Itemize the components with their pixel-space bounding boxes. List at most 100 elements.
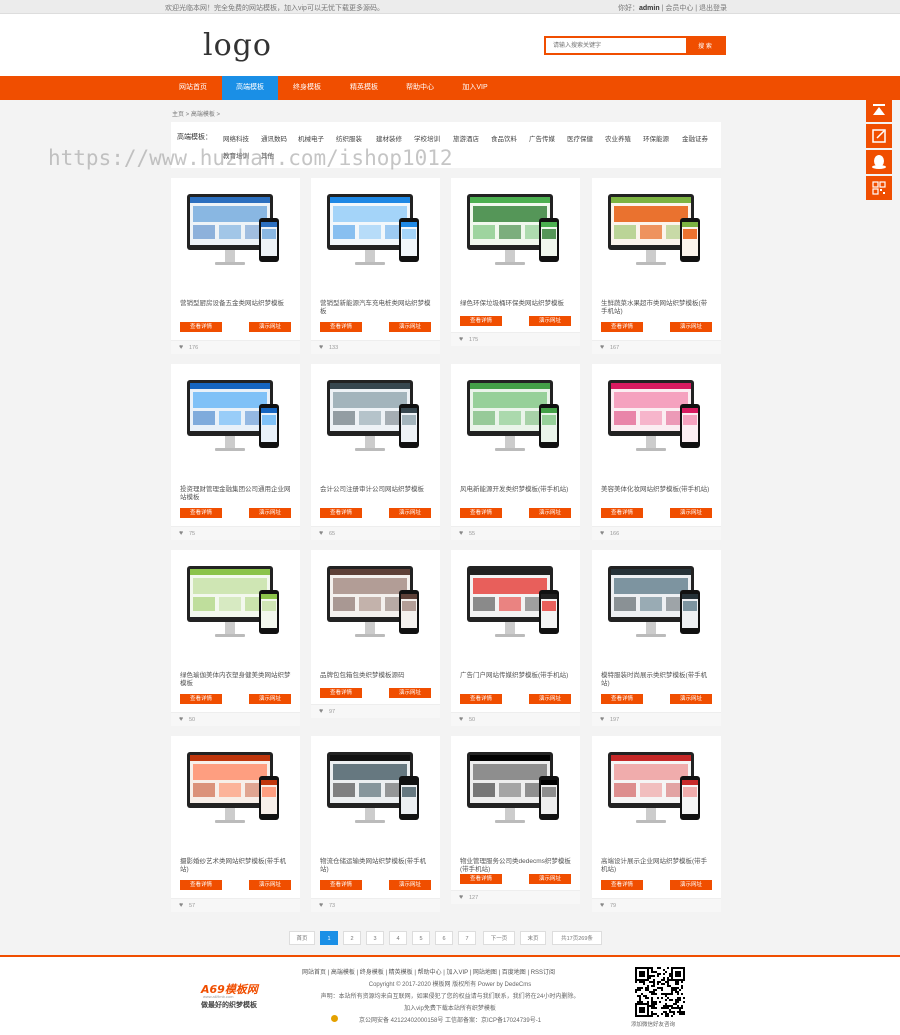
template-preview-image[interactable]: [461, 374, 571, 470]
view-details-button[interactable]: 查看详情: [601, 880, 643, 890]
template-title[interactable]: 营销型厨房设备五金类网站织梦模板: [180, 300, 292, 308]
category-item[interactable]: 金融证券: [682, 133, 708, 143]
template-title[interactable]: 会计公司注册审计公司网站织梦模板: [320, 486, 432, 494]
demo-site-button[interactable]: 演示网址: [389, 508, 431, 518]
category-item[interactable]: 纺织服装: [336, 133, 362, 143]
demo-site-button[interactable]: 演示网址: [670, 694, 712, 704]
template-preview-image[interactable]: [321, 746, 431, 842]
template-card[interactable]: 品牌包包箱包类织梦模板源码 查看详情 演示网址 ♥ 97: [311, 550, 440, 718]
demo-site-button[interactable]: 演示网址: [389, 880, 431, 890]
template-preview-image[interactable]: [321, 374, 431, 470]
category-item[interactable]: 旅游酒店: [453, 133, 479, 143]
template-preview-image[interactable]: [461, 560, 571, 656]
view-details-button[interactable]: 查看详情: [180, 322, 222, 332]
site-logo[interactable]: logo: [203, 28, 272, 63]
template-preview-image[interactable]: [321, 188, 431, 284]
template-card[interactable]: 绿色环保垃圾桶环保类网站织梦模板 查看详情 演示网址 ♥ 175: [451, 178, 580, 346]
template-title[interactable]: 广告门户网站传媒织梦模板(带手机站): [460, 672, 572, 680]
page-next[interactable]: 下一页: [483, 931, 515, 945]
template-card[interactable]: 摄影婚纱艺术类网站织梦模板(带手机站) 查看详情 演示网址 ♥ 57: [171, 736, 300, 912]
template-title[interactable]: 品牌包包箱包类织梦模板源码: [320, 672, 432, 680]
category-item[interactable]: 网络科技: [223, 133, 249, 143]
category-item[interactable]: 广告传媒: [529, 133, 555, 143]
template-title[interactable]: 高端设计展示企业网站织梦模板(带手机站): [601, 858, 713, 874]
heart-icon[interactable]: ♥: [600, 344, 604, 351]
template-title[interactable]: 摄影婚纱艺术类网站织梦模板(带手机站): [180, 858, 292, 874]
demo-site-button[interactable]: 演示网址: [529, 874, 571, 884]
footer-links[interactable]: 网站首页 | 高端模板 | 终身模板 | 精英模板 | 帮助中心 | 加入VIP…: [302, 967, 555, 976]
back-to-top-button[interactable]: [866, 98, 892, 122]
template-title[interactable]: 营销型新能源汽车充电桩类网站织梦模板: [320, 300, 432, 316]
demo-site-button[interactable]: 演示网址: [389, 322, 431, 332]
template-card[interactable]: 生鲜蔬菜水果超市类网站织梦模板(带手机站) 查看详情 演示网址 ♥ 167: [592, 178, 721, 354]
template-title[interactable]: 绿色瑜伽美体内衣塑身健美类网站织梦模板: [180, 672, 292, 688]
heart-icon[interactable]: ♥: [319, 708, 323, 715]
heart-icon[interactable]: ♥: [319, 344, 323, 351]
view-details-button[interactable]: 查看详情: [320, 880, 362, 890]
template-preview-image[interactable]: [602, 188, 712, 284]
template-preview-image[interactable]: [181, 188, 291, 284]
heart-icon[interactable]: ♥: [319, 902, 323, 909]
page-last[interactable]: 末页: [520, 931, 546, 945]
template-preview-image[interactable]: [602, 560, 712, 656]
heart-icon[interactable]: ♥: [459, 336, 463, 343]
category-item[interactable]: 农业养殖: [605, 133, 631, 143]
username[interactable]: admin: [639, 5, 660, 12]
category-item[interactable]: 医疗保健: [567, 133, 593, 143]
qrcode-button[interactable]: [866, 176, 892, 200]
search-button[interactable]: 搜 索: [686, 38, 724, 53]
template-title[interactable]: 生鲜蔬菜水果超市类网站织梦模板(带手机站): [601, 300, 713, 316]
demo-site-button[interactable]: 演示网址: [249, 322, 291, 332]
category-item[interactable]: 通讯数码: [261, 133, 287, 143]
page-number[interactable]: 4: [389, 931, 407, 945]
template-card[interactable]: 物流仓储运输类网站织梦模板(带手机站) 查看详情 演示网址 ♥ 73: [311, 736, 440, 912]
page-number[interactable]: 3: [366, 931, 384, 945]
page-first[interactable]: 首页: [289, 931, 315, 945]
category-item[interactable]: 环保能源: [643, 133, 669, 143]
nav-elite-templates[interactable]: 精英模板: [336, 76, 392, 100]
template-card[interactable]: 会计公司注册审计公司网站织梦模板 查看详情 演示网址 ♥ 65: [311, 364, 440, 540]
heart-icon[interactable]: ♥: [179, 716, 183, 723]
view-details-button[interactable]: 查看详情: [460, 316, 502, 326]
template-title[interactable]: 风电新能源开发类织梦模板(带手机站): [460, 486, 572, 494]
template-preview-image[interactable]: [602, 746, 712, 842]
view-details-button[interactable]: 查看详情: [460, 694, 502, 704]
template-preview-image[interactable]: [321, 560, 431, 656]
heart-icon[interactable]: ♥: [600, 716, 604, 723]
view-details-button[interactable]: 查看详情: [320, 322, 362, 332]
page-number[interactable]: 1: [320, 931, 338, 945]
footer-beian[interactable]: 京公网安备 42122402000158号 工信部备案：京ICP备1702473…: [0, 1015, 900, 1024]
view-details-button[interactable]: 查看详情: [601, 694, 643, 704]
template-card[interactable]: 模特服装时尚展示类织梦模板(带手机站) 查看详情 演示网址 ♥ 197: [592, 550, 721, 726]
template-preview-image[interactable]: [461, 188, 571, 284]
page-number[interactable]: 7: [458, 931, 476, 945]
demo-site-button[interactable]: 演示网址: [249, 508, 291, 518]
heart-icon[interactable]: ♥: [179, 902, 183, 909]
template-title[interactable]: 绿色环保垃圾桶环保类网站织梦模板: [460, 300, 572, 308]
template-card[interactable]: 营销型新能源汽车充电桩类网站织梦模板 查看详情 演示网址 ♥ 133: [311, 178, 440, 354]
view-details-button[interactable]: 查看详情: [601, 322, 643, 332]
demo-site-button[interactable]: 演示网址: [249, 880, 291, 890]
template-preview-image[interactable]: [461, 746, 571, 842]
view-details-button[interactable]: 查看详情: [460, 874, 502, 884]
template-card[interactable]: 高端设计展示企业网站织梦模板(带手机站) 查看详情 演示网址 ♥ 79: [592, 736, 721, 912]
template-preview-image[interactable]: [181, 374, 291, 470]
template-title[interactable]: 模特服装时尚展示类织梦模板(带手机站): [601, 672, 713, 688]
qq-button[interactable]: [866, 150, 892, 174]
template-card[interactable]: 绿色瑜伽美体内衣塑身健美类网站织梦模板 查看详情 演示网址 ♥ 50: [171, 550, 300, 726]
view-details-button[interactable]: 查看详情: [320, 508, 362, 518]
user-menu-links[interactable]: | 会员中心 | 退出登录: [662, 5, 727, 12]
template-preview-image[interactable]: [181, 746, 291, 842]
heart-icon[interactable]: ♥: [179, 530, 183, 537]
nav-lifetime-templates[interactable]: 终身模板: [279, 76, 335, 100]
view-details-button[interactable]: 查看详情: [180, 880, 222, 890]
demo-site-button[interactable]: 演示网址: [670, 880, 712, 890]
demo-site-button[interactable]: 演示网址: [670, 508, 712, 518]
nav-home[interactable]: 网站首页: [165, 76, 221, 100]
edit-button[interactable]: [866, 124, 892, 148]
demo-site-button[interactable]: 演示网址: [249, 694, 291, 704]
page-number[interactable]: 2: [343, 931, 361, 945]
nav-help[interactable]: 帮助中心: [392, 76, 448, 100]
demo-site-button[interactable]: 演示网址: [529, 508, 571, 518]
template-card[interactable]: 广告门户网站传媒织梦模板(带手机站) 查看详情 演示网址 ♥ 50: [451, 550, 580, 726]
